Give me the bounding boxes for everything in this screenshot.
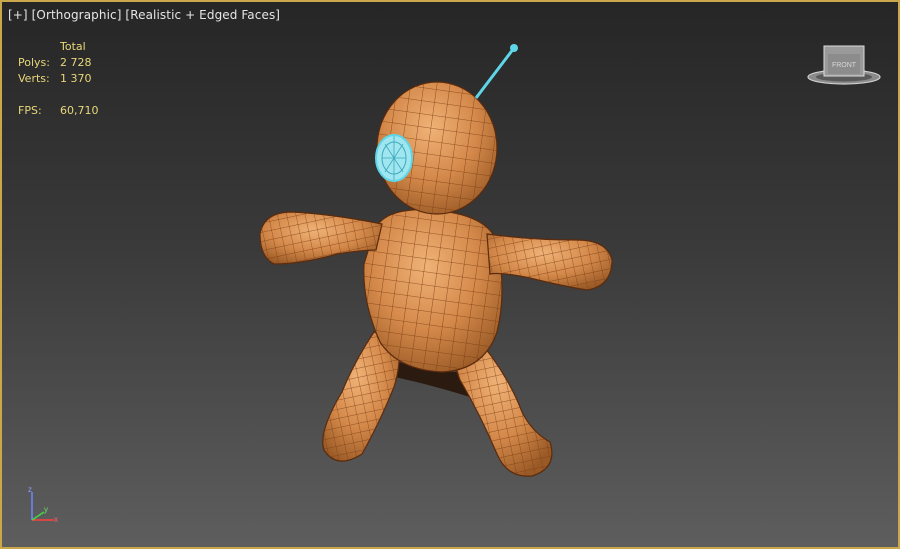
viewport-perspective[interactable]: [+] [Orthographic] [Realistic + Edged Fa… (0, 0, 900, 549)
mesh-torso[interactable] (363, 209, 503, 373)
scene-canvas[interactable] (2, 2, 898, 547)
mesh-right-arm[interactable] (486, 233, 613, 291)
character-mesh[interactable] (259, 44, 613, 477)
axis-tripod-icon: z x y (28, 485, 58, 524)
axis-z-label: z (28, 485, 32, 494)
axis-y-label: y (44, 505, 48, 514)
mesh-left-arm[interactable] (259, 211, 383, 265)
selected-antenna[interactable] (474, 44, 518, 99)
viewcube-icon[interactable]: FRONT (806, 40, 882, 92)
axis-x-label: x (54, 515, 58, 524)
viewcube-front-label: FRONT (832, 62, 857, 69)
selected-ear-mesh[interactable] (375, 134, 413, 182)
